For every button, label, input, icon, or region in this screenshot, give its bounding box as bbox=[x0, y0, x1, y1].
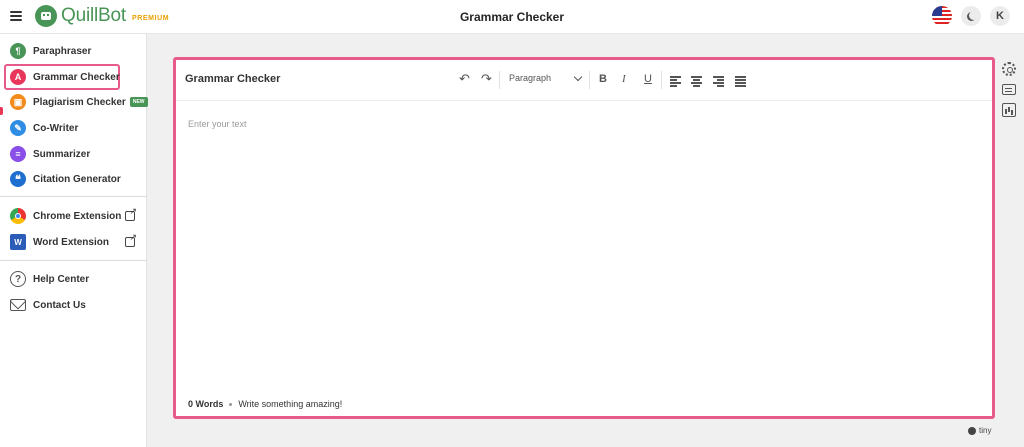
editor-toolbar: Grammar Checker ↶ ↷ Paragraph B I U bbox=[176, 60, 992, 101]
sidebar-item-citation-generator[interactable]: ❝ Citation Generator bbox=[4, 167, 143, 191]
undo-icon[interactable]: ↶ bbox=[459, 72, 470, 86]
sidebar: ¶ Paraphraser A Grammar Checker ▣ Plagia… bbox=[0, 34, 148, 447]
settings-gear-icon[interactable] bbox=[1002, 62, 1016, 76]
toolbar-separator bbox=[499, 71, 500, 89]
sidebar-item-paraphraser[interactable]: ¶ Paraphraser bbox=[4, 39, 143, 63]
powered-by-tiny[interactable]: tiny bbox=[968, 426, 991, 435]
redo-icon[interactable]: ↷ bbox=[481, 72, 492, 86]
menu-icon[interactable] bbox=[10, 11, 22, 21]
sidebar-item-label: Citation Generator bbox=[33, 173, 121, 185]
align-left-icon[interactable] bbox=[670, 76, 681, 87]
grammar-editor: Grammar Checker ↶ ↷ Paragraph B I U Ente… bbox=[173, 57, 995, 419]
sidebar-item-label: Contact Us bbox=[33, 299, 86, 311]
moon-icon bbox=[969, 11, 978, 20]
divider bbox=[0, 196, 147, 197]
app-name: QuillBot bbox=[61, 5, 126, 26]
sidebar-item-chrome-extension[interactable]: Chrome Extension bbox=[4, 204, 143, 228]
comment-icon[interactable] bbox=[1002, 84, 1016, 95]
align-justify-icon[interactable] bbox=[735, 76, 746, 87]
plagiarism-icon: ▣ bbox=[10, 94, 26, 110]
avatar[interactable]: K bbox=[990, 6, 1010, 26]
tiny-logo-icon bbox=[968, 426, 976, 435]
sidebar-item-help-center[interactable]: ? Help Center bbox=[4, 267, 143, 291]
word-icon: W bbox=[10, 234, 26, 250]
chevron-down-icon[interactable] bbox=[573, 72, 583, 82]
underline-button[interactable]: U bbox=[644, 72, 652, 86]
tiny-label: tiny bbox=[979, 426, 992, 435]
statistics-icon[interactable] bbox=[1002, 103, 1016, 117]
sidebar-item-label: Summarizer bbox=[33, 148, 91, 160]
sidebar-item-label: Chrome Extension bbox=[33, 210, 122, 222]
quillbot-logo-icon bbox=[35, 5, 57, 27]
top-bar: QuillBot PREMIUM Grammar Checker K bbox=[0, 0, 1024, 34]
help-icon: ? bbox=[10, 271, 26, 287]
footer-hint: Write something amazing! bbox=[238, 399, 343, 409]
sidebar-item-label: Word Extension bbox=[33, 236, 109, 248]
bold-button[interactable]: B bbox=[599, 72, 607, 86]
sidebar-item-label: Plagiarism Checker bbox=[33, 96, 126, 108]
sidebar-item-label: Co-Writer bbox=[33, 122, 79, 134]
external-link-icon bbox=[125, 232, 137, 247]
italic-button[interactable]: I bbox=[622, 72, 626, 86]
theme-toggle-button[interactable] bbox=[961, 6, 981, 26]
toolbar-separator bbox=[589, 71, 590, 89]
paraphraser-icon: ¶ bbox=[10, 43, 26, 59]
sidebar-item-summarizer[interactable]: ≡ Summarizer bbox=[4, 142, 143, 166]
block-format-select[interactable]: Paragraph bbox=[509, 73, 551, 83]
co-writer-icon: ✎ bbox=[10, 120, 26, 136]
divider bbox=[0, 260, 147, 261]
text-input-area[interactable]: Enter your text bbox=[188, 119, 247, 129]
sidebar-item-co-writer[interactable]: ✎ Co-Writer bbox=[4, 116, 143, 140]
us-flag-icon[interactable] bbox=[932, 6, 952, 26]
editor-title: Grammar Checker bbox=[185, 73, 281, 85]
sidebar-item-label: Grammar Checker bbox=[33, 71, 120, 83]
chrome-icon bbox=[10, 208, 26, 224]
top-right-controls: K bbox=[932, 6, 1010, 26]
sidebar-item-plagiarism-checker[interactable]: ▣ Plagiarism Checker NEW bbox=[4, 90, 148, 114]
dot-separator bbox=[229, 402, 233, 406]
sidebar-item-label: Help Center bbox=[33, 273, 90, 285]
editor-footer: 0 Words Write something amazing! bbox=[188, 399, 342, 409]
summarizer-icon: ≡ bbox=[10, 146, 26, 162]
premium-badge: PREMIUM bbox=[131, 14, 170, 22]
sidebar-item-label: Paraphraser bbox=[33, 45, 92, 57]
grammar-checker-icon: A bbox=[10, 69, 26, 85]
toolbar-separator bbox=[661, 71, 662, 89]
sidebar-item-word-extension[interactable]: W Word Extension bbox=[4, 230, 143, 254]
align-right-icon[interactable] bbox=[713, 76, 724, 87]
sidebar-item-grammar-checker[interactable]: A Grammar Checker bbox=[4, 64, 120, 90]
right-rail bbox=[1000, 62, 1018, 117]
mail-icon bbox=[10, 299, 26, 311]
new-badge: NEW bbox=[129, 97, 148, 107]
sidebar-item-contact-us[interactable]: Contact Us bbox=[4, 293, 143, 317]
active-indicator bbox=[0, 107, 3, 115]
external-link-icon bbox=[125, 206, 137, 221]
citation-icon: ❝ bbox=[10, 171, 26, 187]
logo[interactable]: QuillBot PREMIUM bbox=[35, 5, 169, 27]
align-center-icon[interactable] bbox=[691, 76, 702, 87]
word-count: 0 Words bbox=[188, 399, 224, 409]
